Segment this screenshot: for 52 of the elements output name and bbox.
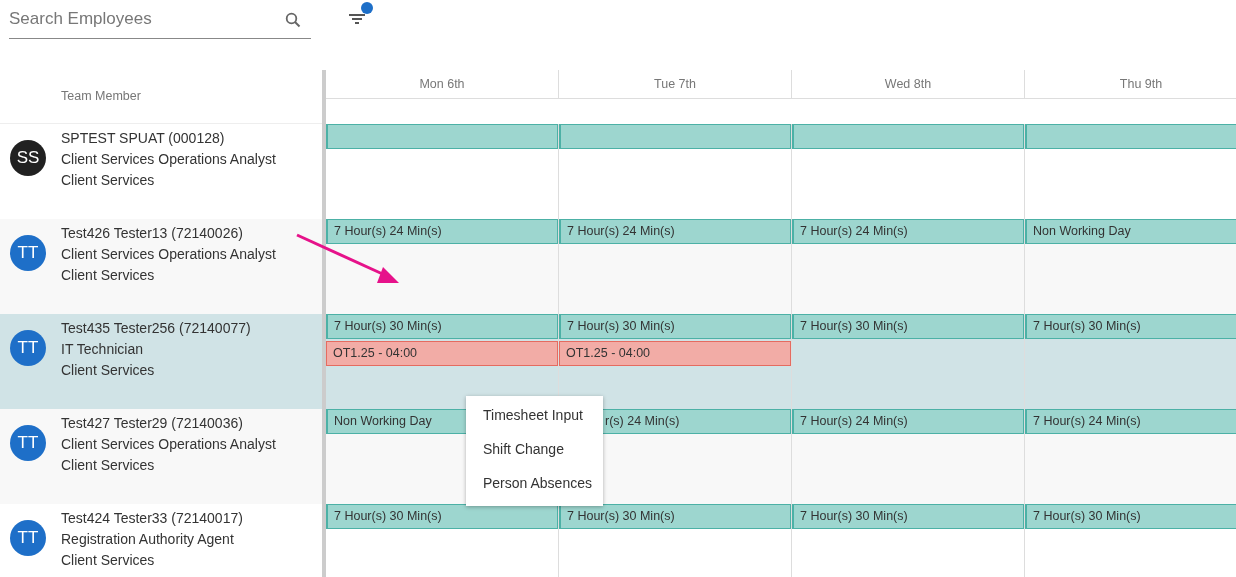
shift-entry[interactable]: 7 Hour(s) 30 Min(s) [792, 314, 1024, 339]
shift-entry[interactable]: 7 Hour(s) 24 Min(s) [326, 219, 558, 244]
employee-name: Test424 Tester33 (72140017) [61, 509, 243, 528]
menu-item[interactable]: Shift Change [466, 434, 603, 468]
search-icon [285, 12, 301, 28]
search-field[interactable]: Search Employees [9, 0, 311, 39]
day-heading: Mon 6th [419, 77, 465, 91]
shift-entry[interactable]: Non Working Day [1025, 219, 1236, 244]
shift-entry[interactable] [1025, 124, 1236, 149]
avatar: TT [10, 330, 46, 366]
shift-entry[interactable]: 7 Hour(s) 30 Min(s) [559, 314, 791, 339]
department: Client Services [61, 551, 156, 570]
avatar: TT [10, 520, 46, 556]
shift-entry[interactable]: 7 Hour(s) 24 Min(s) [559, 219, 791, 244]
shift-entry[interactable]: 7 Hour(s) 30 Min(s) [1025, 504, 1236, 529]
employee-name: Test427 Tester29 (72140036) [61, 414, 244, 433]
shift-entry[interactable] [326, 124, 558, 149]
department: Client Services [61, 171, 156, 190]
job-title: IT Technician [61, 340, 144, 359]
employee-name: Test426 Tester13 (72140026) [61, 224, 244, 243]
employee-name: Test435 Tester256 (72140077) [61, 319, 251, 338]
avatar: TT [10, 235, 46, 271]
job-title: Client Services Operations Analyst [61, 435, 276, 454]
employee-row[interactable]: TT Test426 Tester13 (72140026) Client Services Operations Analyst Client Services 7 Hour(s) 24 Min(s) 7 Hour(s) 24 Min(s) 7 Hour(s) 24 Min(s) Non Working Day [0, 219, 1236, 314]
overtime-entry[interactable]: OT1.25 - 04:00 [559, 341, 791, 366]
shift-entry[interactable] [559, 124, 791, 149]
job-title: Registration Authority Agent [61, 530, 235, 549]
menu-item[interactable]: Person Absences [466, 468, 603, 502]
avatar: SS [10, 140, 46, 176]
day-heading: Wed 8th [884, 77, 932, 91]
department: Client Services [61, 361, 156, 380]
department: Client Services [61, 266, 156, 285]
job-title: Client Services Operations Analyst [61, 150, 276, 169]
day-heading: Tue 7th [654, 77, 696, 91]
day-heading: Thu 9th [1119, 77, 1163, 91]
overtime-entry[interactable]: OT1.25 - 04:00 [326, 341, 558, 366]
avatar: TT [10, 425, 46, 461]
shift-entry[interactable] [792, 124, 1024, 149]
filter-icon [349, 14, 365, 24]
department: Client Services [61, 456, 156, 475]
shift-entry[interactable]: 7 Hour(s) 30 Min(s) [326, 314, 558, 339]
shift-entry[interactable]: 7 Hour(s) 30 Min(s) [1025, 314, 1236, 339]
employee-name: SPTEST SPUAT (000128) [61, 129, 226, 148]
shift-entry[interactable]: 7 Hour(s) 24 Min(s) [792, 409, 1024, 434]
shift-entry[interactable]: 7 Hour(s) 30 Min(s) [792, 504, 1024, 529]
column-heading: Team Member [61, 89, 141, 103]
shift-entry[interactable]: 7 Hour(s) 24 Min(s) [792, 219, 1024, 244]
employee-row[interactable]: TT Test435 Tester256 (72140077) IT Technician Client Services 7 Hour(s) 30 Min(s) OT1.25 - 04:00 7 Hour(s) 30 Min(s) OT1.25 - 04:00 7 Hour(s) 30 Min(s) 7 Hour(s) 30 Min(s) [0, 314, 1236, 409]
job-title: Client Services Operations Analyst [61, 245, 276, 264]
shift-entry[interactable]: 7 Hour(s) 30 Min(s) [326, 504, 558, 529]
shift-entry[interactable]: 7 Hour(s) 30 Min(s) [559, 504, 791, 529]
shift-entry[interactable]: 7 Hour(s) 24 Min(s) [1025, 409, 1236, 434]
